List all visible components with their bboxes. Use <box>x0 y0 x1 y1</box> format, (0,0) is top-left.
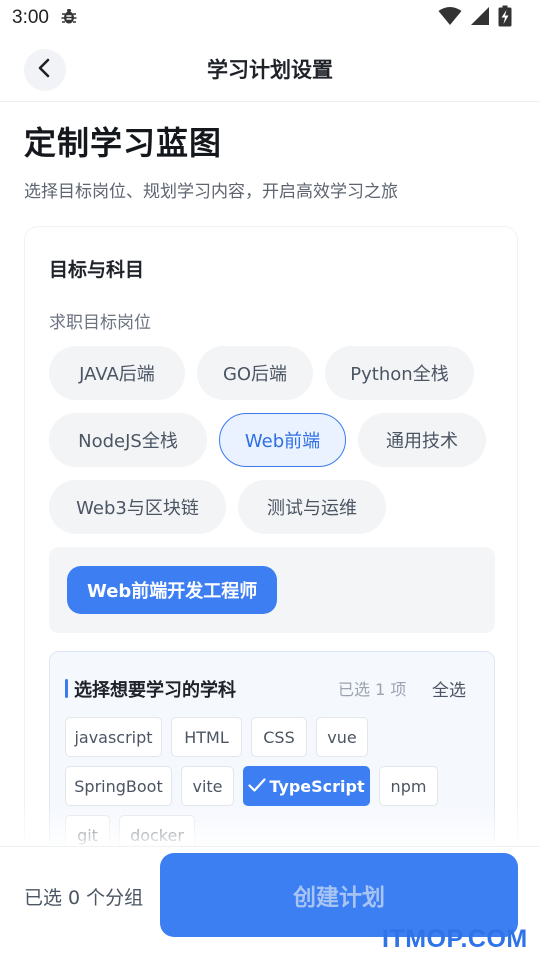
position-chip-web-frontend[interactable]: Web前端 <box>219 413 346 467</box>
scroll-fade <box>0 806 540 848</box>
hero-subtitle: 选择目标岗位、规划学习内容，开启高效学习之旅 <box>24 182 398 202</box>
position-chip-java[interactable]: JAVA后端 <box>49 346 185 400</box>
status-time: 3:00 <box>12 7 49 28</box>
position-chip-testing-ops[interactable]: 测试与运维 <box>238 480 386 534</box>
position-chip-nodejs[interactable]: NodeJS全栈 <box>49 413 207 467</box>
select-all-button[interactable]: 全选 <box>432 676 466 701</box>
battery-charging-icon <box>498 5 512 31</box>
subject-tag-vite[interactable]: vite <box>181 766 234 806</box>
position-chip-web3[interactable]: Web3与区块链 <box>49 480 226 534</box>
plan-settings-card: 目标与科目 求职目标岗位 JAVA后端 GO后端 Python全栈 NodeJS… <box>24 226 518 911</box>
section-accent-bar <box>65 679 68 698</box>
page-title: 学习计划设置 <box>207 58 333 82</box>
check-icon <box>248 777 266 796</box>
position-chip-python[interactable]: Python全栈 <box>325 346 474 400</box>
selected-group-count: 已选 0 个分组 <box>24 887 144 909</box>
selected-position-badge[interactable]: Web前端开发工程师 <box>67 566 278 614</box>
target-position-label: 求职目标岗位 <box>49 313 151 333</box>
subject-count: 已选 1 项 <box>338 680 407 699</box>
subject-tag-css[interactable]: CSS <box>251 717 307 757</box>
position-chip-general[interactable]: 通用技术 <box>358 413 486 467</box>
section-title: 目标与科目 <box>49 259 145 281</box>
bug-icon <box>59 6 79 30</box>
app-header: 学习计划设置 <box>0 36 540 102</box>
position-chip-go[interactable]: GO后端 <box>197 346 313 400</box>
subject-tag-label: TypeScript <box>269 776 365 796</box>
watermark: ITMOP.COM <box>382 925 528 953</box>
signal-icon <box>470 6 490 30</box>
status-bar: 3:00 <box>0 0 540 36</box>
hero-title: 定制学习蓝图 <box>24 124 223 162</box>
subject-tag-npm[interactable]: npm <box>379 766 438 806</box>
selected-position-box: Web前端开发工程师 <box>49 547 495 633</box>
subject-tag-springboot[interactable]: SpringBoot <box>65 766 172 806</box>
subject-title: 选择想要学习的学科 <box>74 680 236 701</box>
wifi-icon <box>438 6 462 30</box>
subject-tag-typescript[interactable]: TypeScript <box>243 766 370 806</box>
subject-tag-javascript[interactable]: javascript <box>65 717 162 757</box>
subject-tag-html[interactable]: HTML <box>171 717 242 757</box>
subject-tag-vue[interactable]: vue <box>316 717 368 757</box>
